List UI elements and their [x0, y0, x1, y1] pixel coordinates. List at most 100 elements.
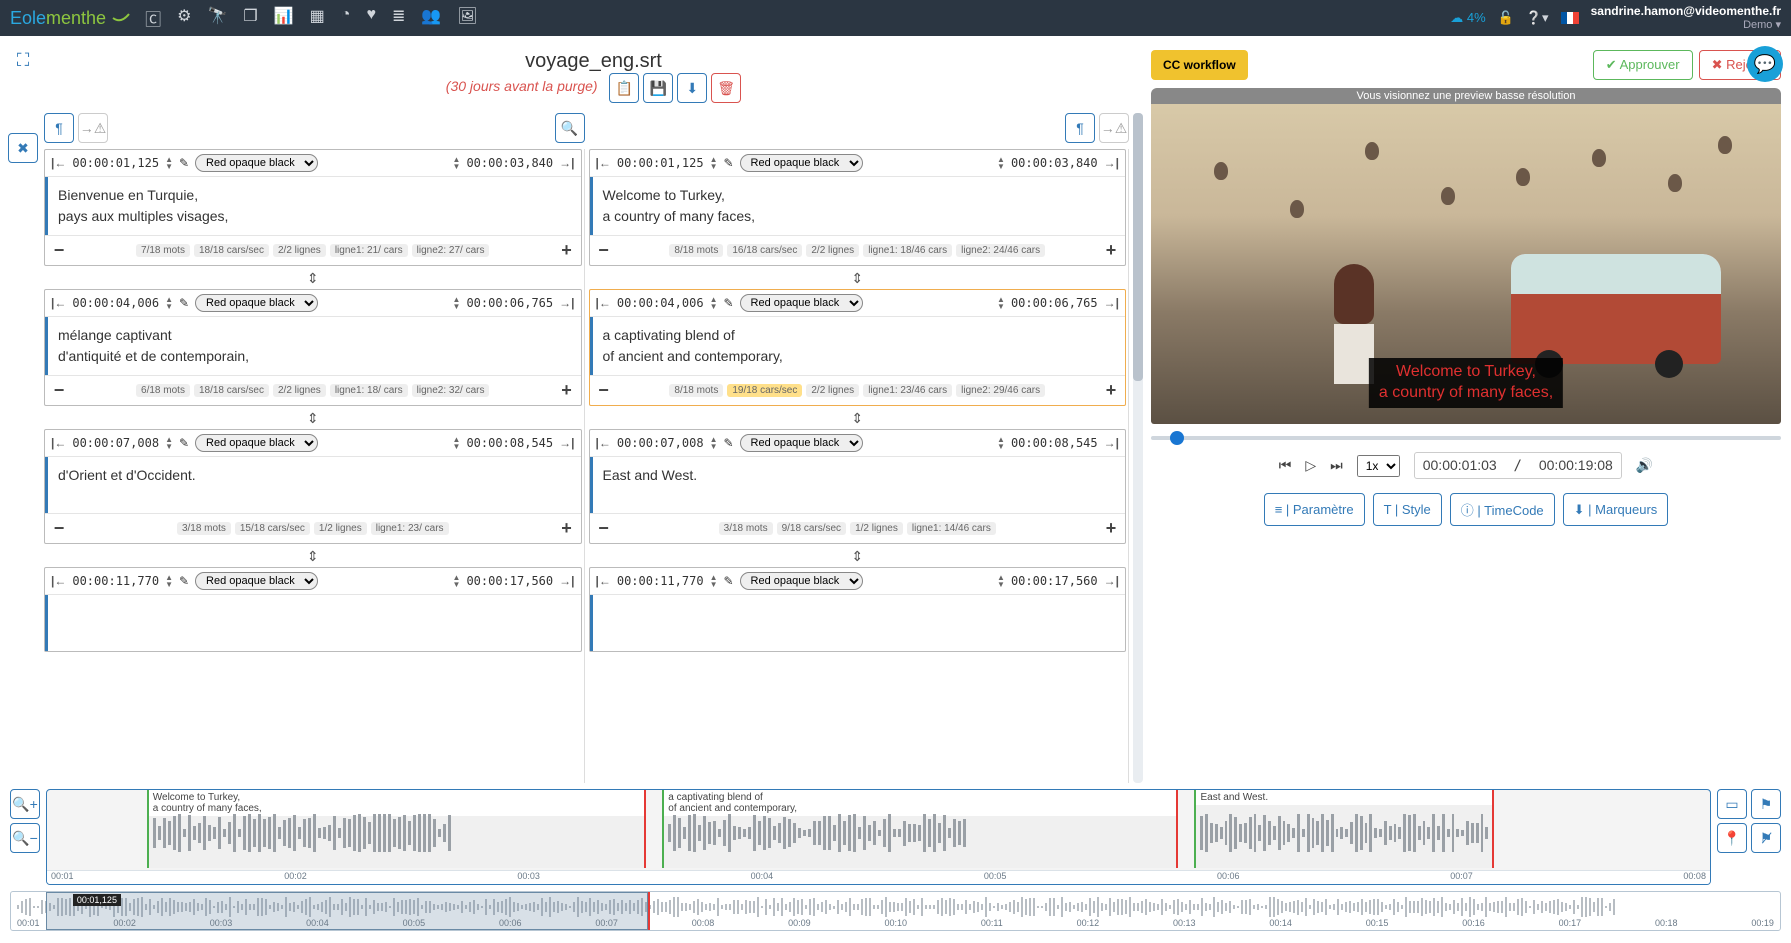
- cue-text[interactable]: Bienvenue en Turquie,pays aux multiples …: [45, 177, 581, 235]
- image-icon[interactable]: 🖼: [457, 6, 477, 30]
- chat-fab[interactable]: 💬: [1747, 46, 1783, 82]
- tc-out-stepper[interactable]: ▲▼: [453, 436, 461, 450]
- wand-icon[interactable]: ✎: [723, 436, 733, 450]
- tc-in-stepper[interactable]: ▲▼: [165, 436, 173, 450]
- tc-in-stepper[interactable]: ▲▼: [710, 436, 718, 450]
- cue-scrollbar[interactable]: [1133, 113, 1143, 783]
- cue-text[interactable]: a captivating blend ofof ancient and con…: [590, 317, 1126, 375]
- tc-in-snap-icon[interactable]: |←: [596, 156, 611, 170]
- add-cue-button[interactable]: +: [1103, 240, 1119, 261]
- tc-out-stepper[interactable]: ▲▼: [453, 156, 461, 170]
- next-warn-button-2[interactable]: →⚠: [1099, 113, 1129, 143]
- style-select[interactable]: Red opaque black: [740, 434, 863, 452]
- tc-in-snap-icon[interactable]: |←: [596, 574, 611, 588]
- merge-cue-icon[interactable]: ⇕: [589, 270, 1127, 287]
- copy-icon[interactable]: ❐: [243, 6, 257, 30]
- style-select[interactable]: Red opaque black: [740, 294, 863, 312]
- cue-block[interactable]: |←00:00:01,125▲▼✎Red opaque black▲▼00:00…: [589, 149, 1127, 266]
- video-preview[interactable]: Welcome to Turkey, a country of many fac…: [1151, 104, 1781, 424]
- tc-in-stepper[interactable]: ▲▼: [165, 156, 173, 170]
- align-left-button-2[interactable]: ¶: [1065, 113, 1095, 143]
- skip-start-button[interactable]: ⏮: [1279, 457, 1292, 474]
- tc-out-stepper[interactable]: ▲▼: [997, 156, 1005, 170]
- clipboard-button[interactable]: 📋: [609, 73, 639, 103]
- merge-cue-icon[interactable]: ⇕: [44, 548, 582, 565]
- tc-out-stepper[interactable]: ▲▼: [453, 574, 461, 588]
- tc-in[interactable]: 00:00:01,125: [617, 156, 704, 170]
- cue-block[interactable]: |←00:00:04,006▲▼✎Red opaque black▲▼00:00…: [589, 289, 1127, 406]
- next-warn-button[interactable]: →⚠: [78, 113, 108, 143]
- search-button[interactable]: 🔍: [555, 113, 585, 143]
- dashboard-icon[interactable]: 📊: [274, 6, 294, 30]
- gear-icon[interactable]: ⚙: [177, 6, 191, 30]
- tc-out-snap-icon[interactable]: →|: [559, 296, 574, 310]
- tc-out-stepper[interactable]: ▲▼: [997, 574, 1005, 588]
- tc-out-stepper[interactable]: ▲▼: [453, 296, 461, 310]
- tc-out-snap-icon[interactable]: →|: [1104, 296, 1119, 310]
- add-cue-button[interactable]: +: [558, 518, 574, 539]
- user-menu[interactable]: sandrine.hamon@videomenthe.fr Demo ▾: [1591, 4, 1781, 32]
- tc-in-snap-icon[interactable]: |←: [51, 574, 66, 588]
- wand-icon[interactable]: ✎: [179, 156, 189, 170]
- overview-timeline[interactable]: 00:01,125 00:0100:0200:0300:0400:0500:06…: [10, 891, 1781, 931]
- save-button[interactable]: 💾: [643, 73, 673, 103]
- users-icon[interactable]: 👥: [421, 6, 441, 30]
- wand-icon[interactable]: ✎: [723, 574, 733, 588]
- tc-in[interactable]: 00:00:07,008: [72, 436, 159, 450]
- tc-in-stepper[interactable]: ▲▼: [710, 574, 718, 588]
- timeline-segment[interactable]: a captivating blend ofof ancient and con…: [662, 790, 1178, 868]
- style-select[interactable]: Red opaque black: [740, 154, 863, 172]
- cloud-icon[interactable]: ☁ 4%: [1450, 10, 1485, 26]
- tc-out-snap-icon[interactable]: →|: [559, 156, 574, 170]
- tc-out-snap-icon[interactable]: →|: [559, 574, 574, 588]
- table-icon[interactable]: ▦: [310, 6, 325, 30]
- merge-cue-icon[interactable]: ⇕: [44, 410, 582, 427]
- tc-out[interactable]: 00:00:03,840: [466, 156, 553, 170]
- style-select[interactable]: Red opaque black: [195, 294, 318, 312]
- style-select[interactable]: Red opaque black: [195, 572, 318, 590]
- download-button[interactable]: ⬇: [677, 73, 707, 103]
- approve-button[interactable]: ✔ Approuver: [1593, 50, 1693, 80]
- unlock-icon[interactable]: 🔓: [1498, 10, 1514, 26]
- collapse-icon[interactable]: ⛶: [17, 50, 30, 71]
- tc-in-snap-icon[interactable]: |←: [596, 296, 611, 310]
- tc-in-stepper[interactable]: ▲▼: [710, 296, 718, 310]
- timeline-segment[interactable]: Welcome to Turkey,a country of many face…: [147, 790, 646, 868]
- tc-in-snap-icon[interactable]: |←: [51, 156, 66, 170]
- style-button[interactable]: T | Style: [1373, 493, 1442, 526]
- help-icon[interactable]: ❔▾: [1526, 10, 1549, 26]
- tc-out[interactable]: 00:00:06,765: [466, 296, 553, 310]
- wand-icon[interactable]: ✎: [179, 296, 189, 310]
- locale-flag[interactable]: [1561, 12, 1579, 24]
- remove-cue-button[interactable]: −: [596, 518, 612, 539]
- cue-text[interactable]: Welcome to Turkey,a country of many face…: [590, 177, 1126, 235]
- tc-in-snap-icon[interactable]: |←: [51, 296, 66, 310]
- tc-in-snap-icon[interactable]: |←: [596, 436, 611, 450]
- tc-out-stepper[interactable]: ▲▼: [997, 296, 1005, 310]
- cue-block[interactable]: |←00:00:11,770▲▼✎Red opaque black▲▼00:00…: [589, 567, 1127, 652]
- markers-button[interactable]: ⬇ | Marqueurs: [1563, 493, 1669, 526]
- waveform-timeline[interactable]: Welcome to Turkey,a country of many face…: [46, 789, 1711, 885]
- tc-out[interactable]: 00:00:17,560: [1011, 574, 1098, 588]
- snap-button[interactable]: ▭: [1717, 789, 1747, 819]
- cc-icon[interactable]: 🄲: [145, 6, 161, 30]
- align-left-button[interactable]: ¶: [44, 113, 74, 143]
- cue-block[interactable]: |←00:00:11,770▲▼✎Red opaque black▲▼00:00…: [44, 567, 582, 652]
- timeline-segment[interactable]: East and West.: [1194, 790, 1493, 868]
- tc-in-snap-icon[interactable]: |←: [51, 436, 66, 450]
- tc-out-snap-icon[interactable]: →|: [559, 436, 574, 450]
- add-cue-button[interactable]: +: [559, 240, 575, 261]
- cue-block[interactable]: |←00:00:04,006▲▼✎Red opaque black▲▼00:00…: [44, 289, 582, 406]
- tc-in-stepper[interactable]: ▲▼: [165, 574, 173, 588]
- add-cue-button[interactable]: +: [1103, 380, 1119, 401]
- merge-cue-icon[interactable]: ⇕: [44, 270, 582, 287]
- style-select[interactable]: Red opaque black: [195, 154, 318, 172]
- cue-text[interactable]: East and West.: [590, 457, 1126, 513]
- zoom-in-button[interactable]: 🔍+: [10, 789, 40, 819]
- tc-in-stepper[interactable]: ▲▼: [710, 156, 718, 170]
- piechart-icon[interactable]: ◔: [341, 6, 351, 30]
- cue-text[interactable]: mélange captivantd'antiquité et de conte…: [45, 317, 581, 375]
- cue-block[interactable]: |←00:00:07,008▲▼✎Red opaque black▲▼00:00…: [44, 429, 582, 544]
- clear-button[interactable]: ✖: [8, 133, 38, 163]
- cue-text[interactable]: [590, 595, 1126, 651]
